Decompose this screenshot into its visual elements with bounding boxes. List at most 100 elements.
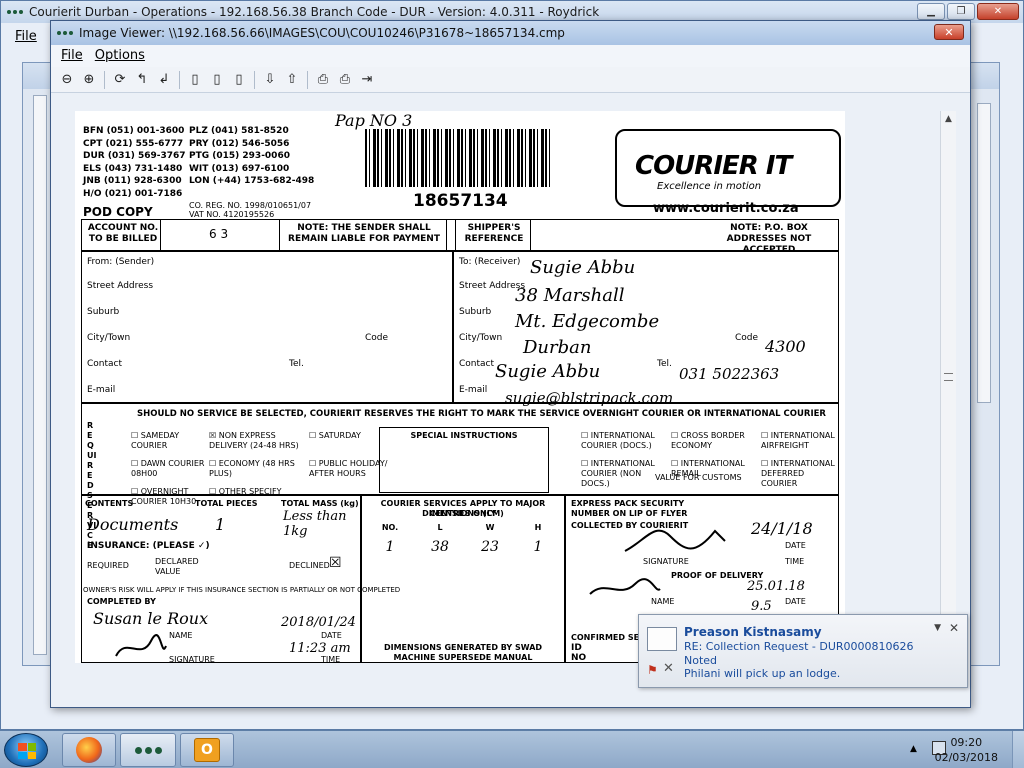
dims-row: 1 38 23 1 [385, 539, 543, 555]
print-icon[interactable]: ⎙ [313, 70, 333, 90]
taskbar-firefox[interactable] [62, 733, 116, 767]
receiver-code: 4300 [765, 337, 806, 356]
email-notification[interactable]: Preason Kistnasamy RE: Collection Reques… [638, 614, 968, 688]
toolbar-separator [104, 70, 105, 89]
intl-courier-docs[interactable]: ☐ INTERNATIONAL COURIER (DOCS.) [581, 431, 671, 451]
service-economy[interactable]: ☐ ECONOMY (48 HRS PLUS) [209, 459, 309, 479]
viewer-toolbar: ⊖ ⊕ ⟳ ↰ ↲ ▯ ▯ ▯ ⇩ ⇧ ⎙ ⎙ ⇥ [51, 67, 970, 93]
scroll-grip[interactable] [944, 373, 953, 381]
scroll-up-icon[interactable]: ▲ [941, 111, 956, 127]
receiver-name: Sugie Abbu [530, 257, 636, 278]
special-instructions: SPECIAL INSTRUCTIONS [410, 431, 518, 440]
name-label: NAME [169, 631, 193, 640]
background-scrollbar[interactable] [977, 103, 991, 403]
system-tray: ▲ 09:20 02/03/2018 [874, 731, 1024, 768]
from-label: From: (Sender) [87, 257, 155, 267]
arrow-down-icon[interactable]: ⇩ [260, 70, 280, 90]
courier-it-logo: COURIER IT [635, 151, 792, 181]
clock[interactable]: 09:20 02/03/2018 [935, 735, 998, 765]
declared-value[interactable]: DECLARED VALUE [155, 557, 199, 577]
completed-name: Susan le Roux [93, 609, 209, 628]
intl-airfreight[interactable]: ☐ INTERNATIONAL AIRFREIGHT [761, 431, 841, 451]
minimize-button[interactable]: ▁ [917, 3, 945, 20]
intl-deferred[interactable]: ☐ INTERNATIONAL DEFERRED COURIER [761, 459, 841, 489]
maximize-button[interactable]: ❐ [947, 3, 975, 20]
zoom-in-icon[interactable]: ⊕ [79, 70, 99, 90]
menu-options[interactable]: Options [95, 48, 145, 64]
image-viewer-window: Image Viewer: \\192.168.56.66\IMAGES\COU… [50, 20, 971, 708]
total-pieces-value: 1 [215, 515, 226, 534]
courierit-app-icon [134, 746, 162, 754]
street-label: Street Address [87, 281, 154, 291]
barcode [365, 129, 551, 187]
chevron-down-icon[interactable]: ▼ [934, 623, 941, 633]
arrow-up-icon[interactable]: ⇧ [282, 70, 302, 90]
flag-icon[interactable]: ⚑ [647, 663, 658, 677]
toolbar-separator [307, 70, 308, 89]
service-public-holiday[interactable]: ☐ PUBLIC HOLIDAY/ AFTER HOURS [309, 459, 389, 479]
delete-icon[interactable]: ✕ [663, 661, 674, 676]
taskbar-outlook[interactable]: O [180, 733, 234, 767]
close-button[interactable]: ✕ [977, 3, 1019, 20]
taskbar: O ▲ 09:20 02/03/2018 [0, 730, 1024, 768]
insurance-required[interactable]: REQUIRED [87, 561, 129, 571]
total-mass-value: Less than 1kg [283, 509, 347, 539]
collected-signature [624, 529, 726, 552]
rotate-right-icon[interactable]: ↲ [154, 70, 174, 90]
page-last-icon[interactable]: ▯ [229, 70, 249, 90]
close-icon[interactable]: ✕ [949, 621, 959, 635]
menu-file[interactable]: File [1, 25, 51, 49]
note-sender: NOTE: THE SENDER SHALL REMAIN LIABLE FOR… [288, 223, 440, 244]
notification-subject: RE: Collection Request - DUR0000810626 [684, 640, 914, 653]
viewer-app-icon [57, 31, 73, 35]
dims-title: DIMENSIONS (CM) [422, 509, 504, 518]
service-saturday[interactable]: ☐ SATURDAY [309, 431, 389, 451]
background-panel [33, 95, 47, 655]
receiver-suburb: Mt. Edgecombe [515, 311, 660, 332]
notification-line2: Philani will pick up an lodge. [684, 667, 841, 680]
receiver-street: 38 Marshall [515, 285, 625, 306]
menu-file[interactable]: File [61, 48, 83, 64]
vertical-scrollbar[interactable]: ▲ [940, 111, 956, 663]
declined-checkbox[interactable]: ☒ [329, 555, 342, 571]
print-setup-icon[interactable]: ⎙ [335, 70, 355, 90]
rotate-icon[interactable]: ⟳ [110, 70, 130, 90]
cross-border-economy[interactable]: ☐ CROSS BORDER ECONOMY [671, 431, 761, 451]
taskbar-courierit-app[interactable] [120, 733, 176, 767]
receiver-suburb-label: Suburb [459, 307, 492, 317]
receiver-code-label: Code [735, 333, 759, 343]
windows-logo-icon [18, 743, 36, 759]
page-icon[interactable]: ▯ [207, 70, 227, 90]
zoom-out-icon[interactable]: ⊖ [57, 70, 77, 90]
rotate-left-icon[interactable]: ↰ [132, 70, 152, 90]
dims-columns: NO. L W H [381, 523, 542, 532]
show-hidden-icons[interactable]: ▲ [910, 744, 917, 754]
receiver-city: Durban [523, 337, 592, 358]
service-dawn[interactable]: ☐ DAWN COURIER 08H00 [131, 459, 209, 479]
city-label: City/Town [87, 333, 131, 343]
notification-line1: Noted [684, 654, 718, 667]
account-label: ACCOUNT NO. TO BE BILLED [87, 223, 159, 244]
completed-by-label: COMPLETED BY [87, 597, 156, 606]
insurance-label: INSURANCE: (PLEASE ✓) [87, 541, 210, 551]
contact-label: Contact [87, 359, 123, 369]
show-desktop-button[interactable] [1012, 731, 1024, 768]
signature-label: SIGNATURE [169, 655, 215, 663]
start-button[interactable] [4, 733, 48, 767]
value-customs: VALUE FOR CUSTOMS [655, 473, 742, 482]
insurance-declined[interactable]: DECLINED [289, 561, 330, 571]
viewer-close-button[interactable]: ✕ [934, 24, 964, 40]
website: www.courierit.co.za [653, 201, 799, 216]
no-label: NO [571, 653, 587, 663]
completed-time-label: TIME [321, 655, 341, 663]
viewer-title: Image Viewer: \\192.168.56.66\IMAGES\COU… [79, 26, 565, 40]
exit-icon[interactable]: ⇥ [357, 70, 377, 90]
receiver-tel: 031 5022363 [679, 365, 780, 383]
service-non-express[interactable]: ☒ NON EXPRESS DELIVERY (24-48 HRS) [209, 431, 309, 451]
viewer-menu-bar: File Options [51, 45, 970, 67]
receiver-email-label: E-mail [459, 385, 488, 395]
page-first-icon[interactable]: ▯ [185, 70, 205, 90]
pod-date-label: DATE [785, 597, 806, 606]
pod-signature [589, 578, 661, 595]
service-sameday[interactable]: ☐ SAMEDAY COURIER [131, 431, 209, 451]
